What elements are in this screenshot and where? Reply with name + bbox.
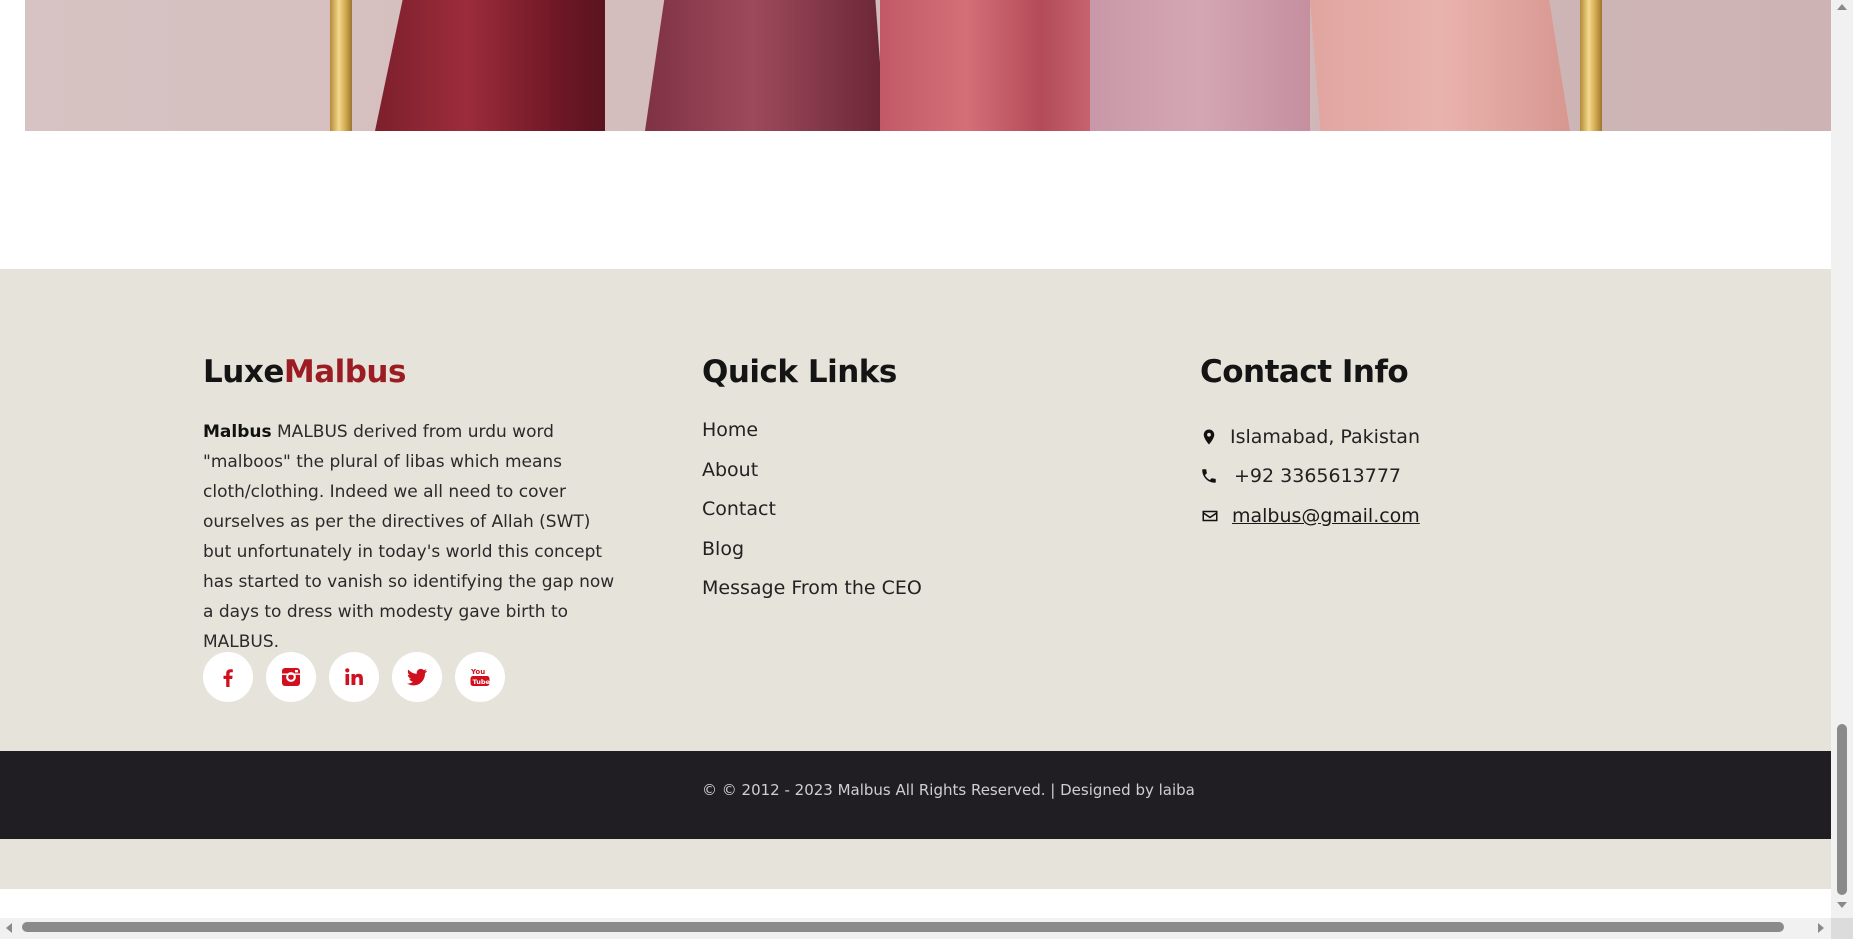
about-text: Malbus MALBUS derived from urdu word "ma… [203, 417, 623, 657]
scroll-left-arrow-icon[interactable] [6, 923, 12, 933]
logo-part-luxe: Luxe [203, 354, 284, 390]
fabric-rose [880, 0, 1095, 131]
facebook-icon [223, 669, 233, 687]
copyright-text: © © 2012 - 2023 Malbus All Rights Reserv… [702, 781, 1195, 799]
scroll-right-arrow-icon[interactable] [1818, 923, 1824, 933]
youtube-button[interactable]: You Tube [455, 652, 505, 702]
quick-link-about[interactable]: About [702, 457, 922, 497]
horizontal-scrollbar[interactable] [0, 918, 1831, 939]
fabric-mauve [1090, 0, 1310, 131]
contact-phone-text: +92 3365613777 [1234, 465, 1402, 488]
gold-rail-right [1580, 0, 1602, 131]
instagram-icon [282, 668, 300, 686]
hero-fabric-image [25, 0, 1831, 131]
youtube-icon: You Tube [470, 668, 491, 686]
vertical-scroll-thumb[interactable] [1837, 724, 1847, 895]
quick-link-home[interactable]: Home [702, 417, 922, 457]
facebook-button[interactable] [203, 652, 253, 702]
about-bold: Malbus [203, 422, 272, 442]
map-marker-icon [1200, 428, 1218, 446]
instagram-button[interactable] [266, 652, 316, 702]
gold-rail-left [330, 0, 352, 131]
svg-text:Tube: Tube [473, 678, 491, 686]
footer-logo[interactable]: LuxeMalbus [203, 354, 406, 390]
quick-links-list: Home About Contact Blog Message From the… [702, 417, 922, 615]
contact-email: malbus@gmail.com [1200, 496, 1420, 536]
twitter-button[interactable] [392, 652, 442, 702]
quick-link-ceo-message[interactable]: Message From the CEO [702, 575, 922, 615]
page: LuxeMalbus Malbus MALBUS derived from ur… [0, 0, 1831, 924]
fabric-peach [1310, 0, 1570, 131]
contact-address-text: Islamabad, Pakistan [1230, 425, 1420, 448]
fabric-wine [645, 0, 885, 131]
copyright-bar: © © 2012 - 2023 Malbus All Rights Reserv… [0, 751, 1831, 839]
logo-part-malbus: Malbus [283, 354, 407, 390]
contact-info-heading: Contact Info [1200, 354, 1409, 390]
scroll-up-arrow-icon[interactable] [1837, 4, 1847, 10]
phone-icon [1200, 467, 1218, 485]
about-body: MALBUS derived from urdu word "malboos" … [203, 422, 615, 652]
footer: LuxeMalbus Malbus MALBUS derived from ur… [0, 269, 1831, 889]
vertical-scrollbar[interactable] [1831, 0, 1853, 924]
twitter-icon [407, 668, 427, 686]
linkedin-icon [345, 668, 363, 685]
quick-links-heading: Quick Links [702, 354, 897, 390]
horizontal-scroll-thumb[interactable] [22, 922, 1784, 932]
svg-text:You: You [470, 668, 485, 676]
scroll-down-arrow-icon[interactable] [1837, 902, 1847, 908]
fabric-maroon [375, 0, 605, 131]
linkedin-button[interactable] [329, 652, 379, 702]
contact-email-link[interactable]: malbus@gmail.com [1232, 503, 1420, 529]
social-links: You Tube [203, 652, 505, 702]
scrollbar-corner [1831, 918, 1853, 939]
contact-address: Islamabad, Pakistan [1200, 417, 1420, 457]
contact-list: Islamabad, Pakistan +92 3365613777 malbu… [1200, 417, 1420, 536]
quick-link-contact[interactable]: Contact [702, 496, 922, 536]
quick-link-blog[interactable]: Blog [702, 536, 922, 576]
contact-phone: +92 3365613777 [1200, 457, 1420, 497]
envelope-icon [1200, 507, 1220, 525]
